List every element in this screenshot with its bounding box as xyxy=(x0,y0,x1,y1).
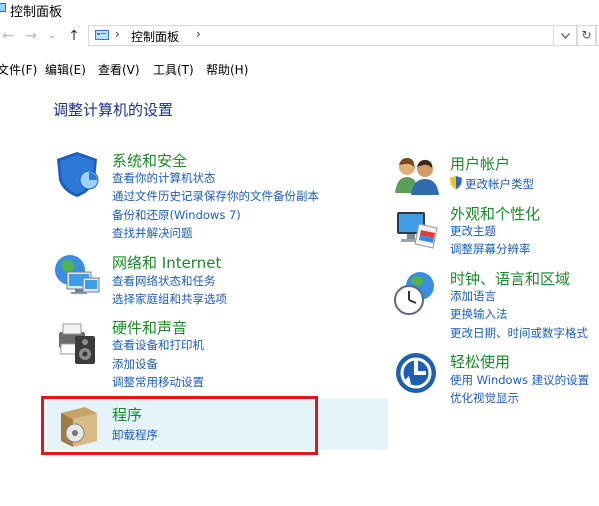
category-hardware-sound[interactable]: 硬件和声音 xyxy=(112,317,187,338)
page-title: 调整计算机的设置 xyxy=(53,101,174,119)
red-highlight-box xyxy=(41,396,318,455)
breadcrumb-chevron-icon[interactable]: › xyxy=(196,27,201,41)
link-add-language[interactable]: 添加语言 xyxy=(450,288,496,304)
uac-shield-icon xyxy=(450,176,462,189)
appearance-monitor-icon xyxy=(397,212,438,249)
ease-of-access-icon xyxy=(396,353,436,393)
address-dropdown-button[interactable] xyxy=(555,25,577,46)
breadcrumb-control-panel[interactable]: 控制面板 xyxy=(131,28,179,45)
up-arrow-icon[interactable]: ↑ xyxy=(67,28,81,44)
link-change-input-method[interactable]: 更换输入法 xyxy=(450,306,508,322)
control-panel-icon xyxy=(0,3,6,12)
link-homegroup-sharing[interactable]: 选择家庭组和共享选项 xyxy=(112,291,227,307)
link-mobility-settings[interactable]: 调整常用移动设置 xyxy=(112,374,204,390)
menu-view[interactable]: 查看(V) xyxy=(98,61,140,78)
link-devices-printers[interactable]: 查看设备和打印机 xyxy=(112,337,204,353)
link-optimize-visual-display[interactable]: 优化视觉显示 xyxy=(450,390,519,406)
link-change-account-type[interactable]: 更改帐户类型 xyxy=(465,176,534,192)
link-view-computer-status[interactable]: 查看你的计算机状态 xyxy=(112,170,216,186)
category-appearance-personalization[interactable]: 外观和个性化 xyxy=(450,203,540,224)
network-globe-icon xyxy=(55,255,100,294)
user-accounts-icon xyxy=(395,157,439,195)
category-clock-language-region[interactable]: 时钟、语言和区域 xyxy=(450,268,570,289)
chevron-down-icon xyxy=(561,33,570,39)
clock-globe-icon xyxy=(394,272,434,315)
link-change-date-time-format[interactable]: 更改日期、时间或数字格式 xyxy=(450,325,588,341)
window-title: 控制面板 xyxy=(10,5,63,20)
link-backup-restore[interactable]: 备份和还原(Windows 7) xyxy=(112,207,241,223)
menu-tools[interactable]: 工具(T) xyxy=(153,61,194,78)
address-bar[interactable]: › 控制面板 › xyxy=(88,25,554,46)
menu-edit[interactable]: 编辑(E) xyxy=(45,61,86,78)
control-panel-icon xyxy=(95,30,109,40)
link-screen-resolution[interactable]: 调整屏幕分辨率 xyxy=(450,241,531,257)
breadcrumb-chevron-icon[interactable]: › xyxy=(115,27,120,41)
menu-help[interactable]: 帮助(H) xyxy=(206,61,248,78)
category-network-internet[interactable]: 网络和 Internet xyxy=(112,252,221,273)
link-troubleshoot[interactable]: 查找并解决问题 xyxy=(112,225,193,241)
category-user-accounts[interactable]: 用户帐户 xyxy=(450,153,510,174)
menu-file[interactable]: 文件(F) xyxy=(0,61,37,78)
shield-icon xyxy=(57,152,99,197)
recent-locations-chevron-icon[interactable]: ⌄ xyxy=(45,28,59,44)
category-system-security[interactable]: 系统和安全 xyxy=(112,150,187,171)
link-network-status[interactable]: 查看网络状态和任务 xyxy=(112,273,216,289)
forward-arrow-icon[interactable]: → xyxy=(24,28,38,44)
category-ease-of-access[interactable]: 轻松使用 xyxy=(450,351,510,372)
link-recommended-settings[interactable]: 使用 Windows 建议的设置 xyxy=(450,372,589,388)
link-file-history-backup[interactable]: 通过文件历史记录保存你的文件备份副本 xyxy=(112,188,319,204)
refresh-button[interactable]: ↻ xyxy=(577,25,596,46)
link-change-theme[interactable]: 更改主题 xyxy=(450,223,496,239)
back-arrow-icon[interactable]: ← xyxy=(1,28,15,44)
link-add-device[interactable]: 添加设备 xyxy=(112,356,158,372)
printer-speaker-icon xyxy=(59,323,95,364)
menu-bar xyxy=(0,58,599,78)
title-bar xyxy=(0,0,599,20)
